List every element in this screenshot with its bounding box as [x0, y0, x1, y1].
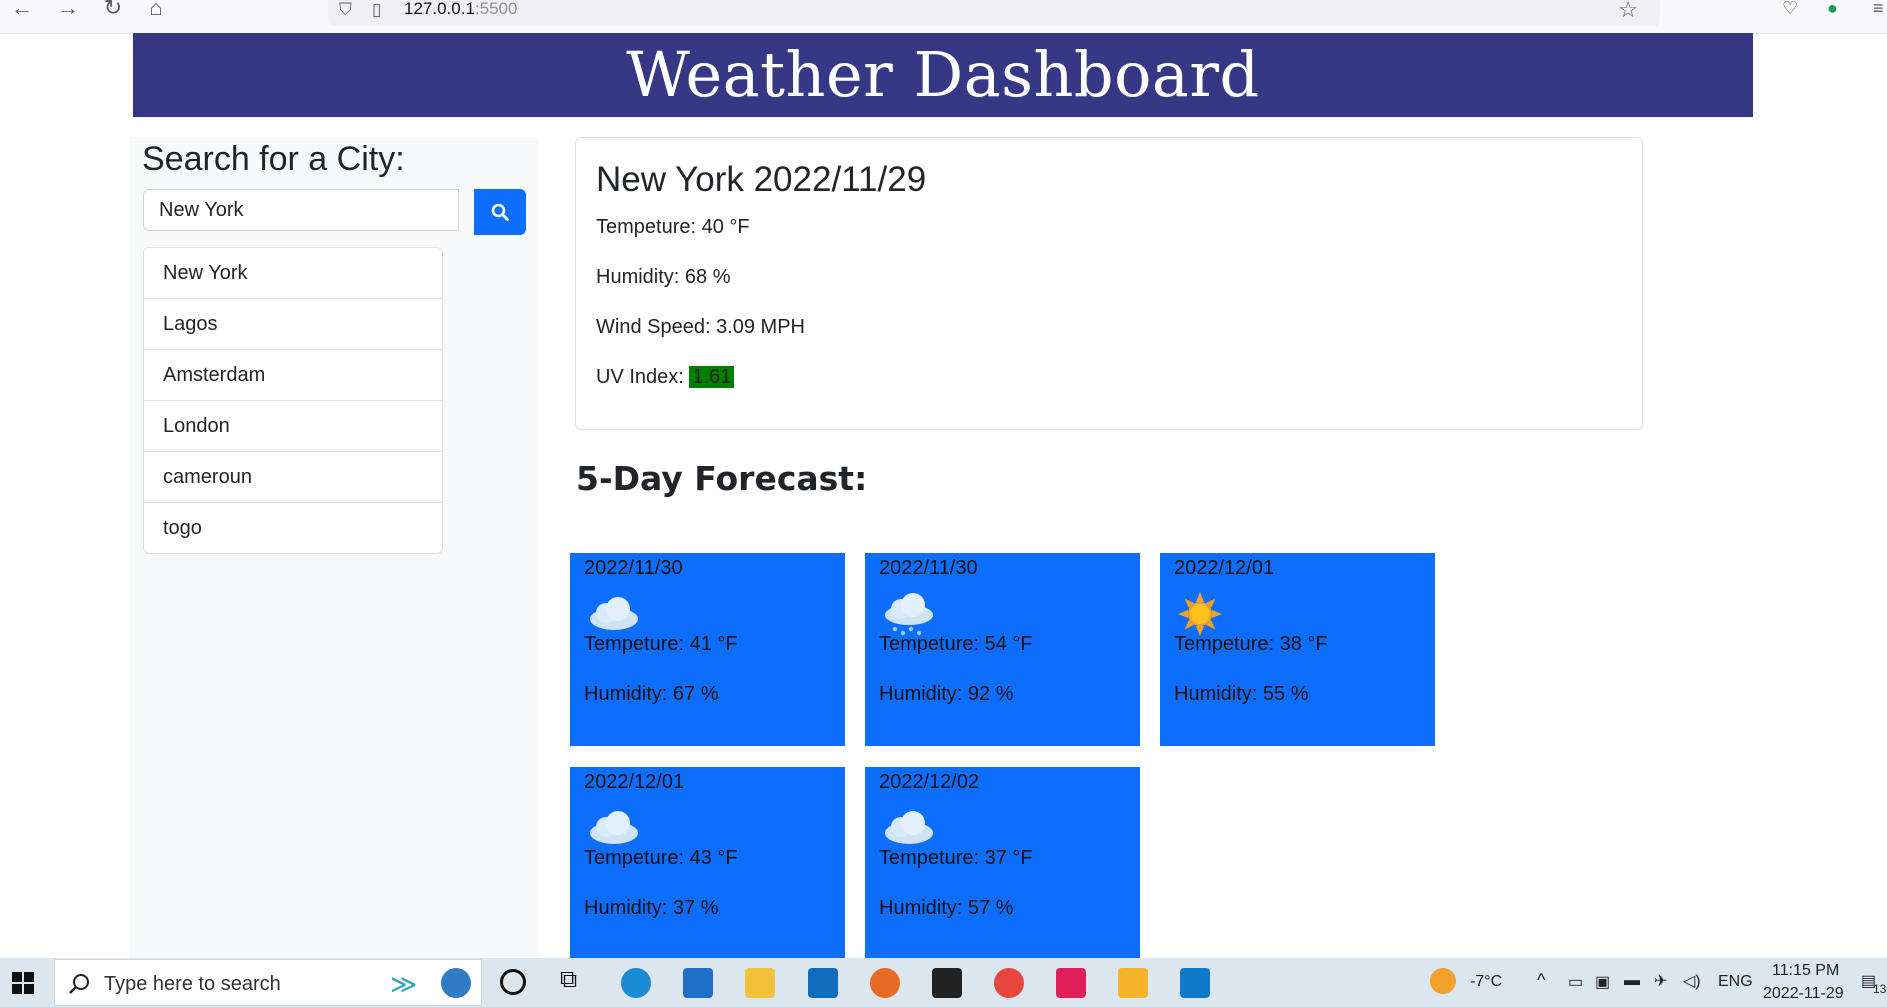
forecast-heading: 5-Day Forecast:	[576, 459, 868, 498]
account-icon[interactable]: ●	[1827, 0, 1838, 19]
gitkraken-icon[interactable]	[1118, 968, 1148, 998]
shield-icon[interactable]: ⛉	[339, 0, 352, 20]
mail-icon[interactable]	[808, 968, 838, 998]
url-text: 127.0.0.1:5500	[404, 0, 518, 18]
forecast-date: 2022/11/30	[879, 557, 978, 579]
taskbar-search-box[interactable]: Type here to search ≫	[54, 959, 482, 1006]
sun-icon	[1178, 592, 1222, 636]
cloud-icon	[885, 811, 933, 844]
menu-icon[interactable]: ≡	[1873, 0, 1884, 19]
city-item-lagos[interactable]: Lagos	[144, 299, 442, 350]
home-icon[interactable]: ⌂	[142, 0, 170, 20]
dashboard-header: Weather Dashboard	[133, 33, 1753, 117]
vscode-icon[interactable]	[1180, 968, 1210, 998]
charity-logo-icon[interactable]: ≫	[390, 969, 417, 1000]
current-uv-index: UV Index: 1.61	[596, 366, 735, 389]
chevron-up-icon[interactable]: ^	[1537, 970, 1545, 991]
bookmark-star-icon[interactable]: ☆	[1618, 0, 1638, 23]
screen-icon[interactable]: ▣	[1595, 972, 1610, 992]
current-temperature: Tempeture: 40 °F	[596, 216, 750, 238]
city-item-new-york[interactable]: New York	[144, 248, 442, 299]
meet-icon[interactable]: ▭	[1568, 972, 1583, 992]
city-item-amsterdam[interactable]: Amsterdam	[144, 350, 442, 401]
forward-arrow-icon[interactable]: →	[54, 0, 82, 20]
current-weather-card: New York 2022/11/29 Tempeture: 40 °F Hum…	[575, 137, 1643, 430]
forecast-card: 2022/12/01 Tempeture: 43 °F Humidity: 37…	[570, 767, 845, 960]
forecast-humidity: Humidity: 67 %	[584, 683, 719, 705]
forecast-humidity: Humidity: 92 %	[879, 683, 1014, 705]
search-icon	[491, 203, 509, 221]
city-search-input[interactable]	[143, 189, 459, 231]
forecast-date: 2022/12/02	[879, 771, 980, 793]
dropbox-icon[interactable]	[932, 968, 962, 998]
windows-start-icon[interactable]	[12, 972, 34, 994]
page-icon[interactable]: ▯	[372, 0, 381, 20]
page-title: Weather Dashboard	[626, 38, 1260, 111]
task-view-icon[interactable]: ⧉	[560, 966, 577, 994]
forecast-card: 2022/12/01 Tempeture: 38 °F Humidity: 55…	[1160, 553, 1435, 746]
city-item-london[interactable]: London	[144, 401, 442, 452]
clock-time[interactable]: 11:15 PM	[1772, 962, 1839, 980]
forecast-humidity: Humidity: 55 %	[1174, 683, 1309, 705]
current-city-heading: New York 2022/11/29	[596, 160, 927, 199]
city-history-list: New York Lagos Amsterdam London cameroun…	[143, 247, 443, 554]
weather-icon[interactable]	[1430, 968, 1456, 994]
windows-taskbar: Type here to search ≫ ⧉ -7°C ^ ▭ ▣ ▬ ✈ ◁…	[0, 958, 1887, 1007]
city-item-cameroun[interactable]: cameroun	[144, 452, 442, 503]
forecast-humidity: Humidity: 37 %	[584, 897, 719, 919]
rain-cloud-icon	[885, 593, 933, 636]
search-sidebar: Search for a City: New York Lagos Amster…	[129, 137, 539, 959]
forecast-temperature: Tempeture: 38 °F	[1174, 633, 1328, 655]
chrome-icon[interactable]	[994, 968, 1024, 998]
cortana-icon[interactable]	[500, 969, 526, 995]
taskbar-weather[interactable]: -7°C	[1470, 973, 1502, 991]
search-button[interactable]	[474, 189, 526, 235]
taskbar-search-placeholder: Type here to search	[104, 973, 281, 995]
current-humidity: Humidity: 68 %	[596, 266, 731, 288]
browser-toolbar: ← → ↻ ⌂ ⛉ ▯ 127.0.0.1:5500 ☆ ♡ ● ≡	[0, 0, 1887, 34]
cloud-icon	[590, 597, 638, 630]
forecast-temperature: Tempeture: 37 °F	[879, 847, 1033, 869]
forecast-date: 2022/12/01	[584, 771, 685, 793]
forecast-card: 2022/12/02 Tempeture: 37 °F Humidity: 57…	[865, 767, 1140, 960]
store-icon[interactable]	[683, 968, 713, 998]
cloud-icon	[590, 811, 638, 844]
forecast-temperature: Tempeture: 41 °F	[584, 633, 738, 655]
current-wind-speed: Wind Speed: 3.09 MPH	[596, 316, 805, 338]
airplane-icon[interactable]: ✈	[1654, 971, 1667, 991]
volume-icon[interactable]: ◁)	[1683, 971, 1701, 991]
language-indicator[interactable]: ENG	[1718, 973, 1753, 991]
search-icon	[69, 974, 89, 994]
firefox-icon[interactable]	[870, 968, 900, 998]
file-explorer-icon[interactable]	[745, 968, 775, 998]
forecast-card: 2022/11/30 Tempeture: 54 °F Humidity: 92…	[865, 553, 1140, 746]
city-item-togo[interactable]: togo	[144, 503, 442, 553]
slack-icon[interactable]	[1056, 968, 1086, 998]
forecast-temperature: Tempeture: 54 °F	[879, 633, 1033, 655]
forecast-card: 2022/11/30 Tempeture: 41 °F Humidity: 67…	[570, 553, 845, 746]
edge-icon[interactable]	[621, 968, 651, 998]
globe-icon[interactable]	[441, 968, 471, 998]
uv-badge: 1.61	[689, 366, 735, 388]
forecast-temperature: Tempeture: 43 °F	[584, 847, 738, 869]
pocket-icon[interactable]: ♡	[1782, 0, 1798, 19]
uv-label: UV Index:	[596, 366, 684, 388]
notification-count: 13	[1873, 982, 1887, 996]
battery-icon[interactable]: ▬	[1624, 972, 1640, 990]
clock-date[interactable]: 2022-11-29	[1763, 985, 1844, 1003]
forecast-humidity: Humidity: 57 %	[879, 897, 1014, 919]
address-bar[interactable]: ⛉ ▯ 127.0.0.1:5500 ☆	[328, 0, 1660, 26]
back-arrow-icon[interactable]: ←	[8, 0, 36, 20]
forecast-date: 2022/11/30	[584, 557, 683, 579]
forecast-date: 2022/12/01	[1174, 557, 1275, 579]
reload-icon[interactable]: ↻	[99, 0, 127, 20]
search-heading: Search for a City:	[142, 140, 405, 178]
